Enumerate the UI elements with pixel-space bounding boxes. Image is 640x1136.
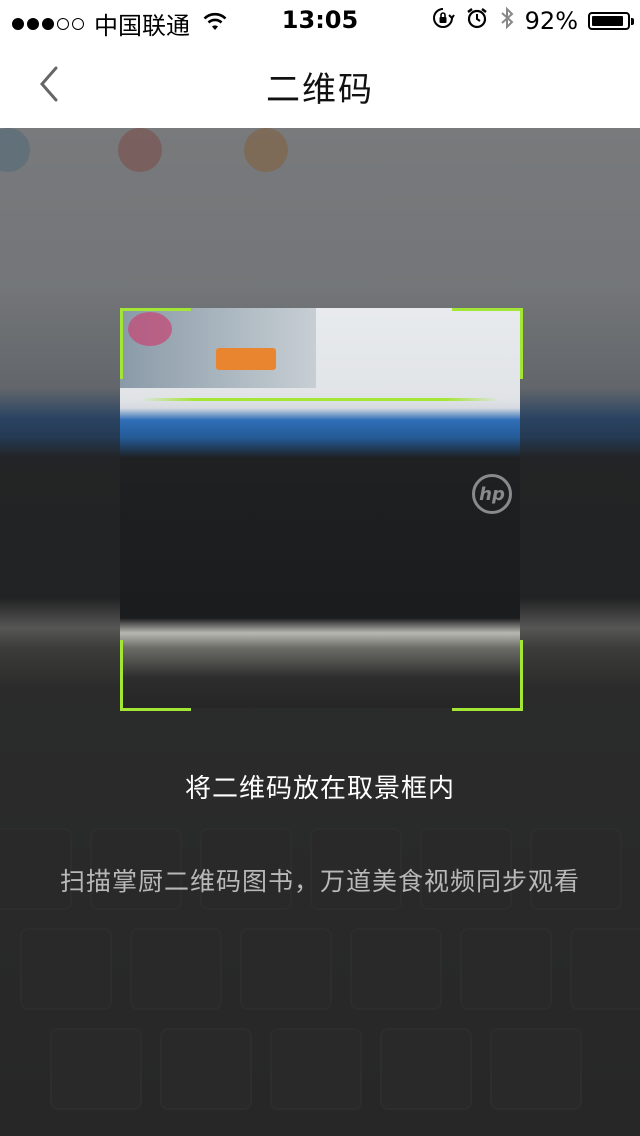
page-title: 二维码 bbox=[266, 70, 374, 110]
scan-description: 扫描掌厨二维码图书，万道美食视频同步观看 bbox=[59, 867, 580, 896]
camera-preview: hp 将二维码放在取景框内 扫描掌厨二维码图书，万道美食视频同步观看 bbox=[0, 128, 640, 1136]
scan-hint: 将二维码放在取景框内 bbox=[184, 774, 455, 804]
nav-bar: 二维码 bbox=[0, 40, 640, 128]
scan-frame-corner-bottom-right bbox=[452, 640, 523, 711]
battery-fill bbox=[592, 16, 623, 26]
hp-logo-icon: hp bbox=[472, 474, 512, 514]
scan-frame-corner-top-right bbox=[452, 308, 523, 379]
status-right: 92% bbox=[431, 6, 634, 36]
scan-frame-corner-top-left bbox=[120, 308, 191, 379]
bluetooth-icon bbox=[499, 6, 515, 36]
status-bar: 中国联通 13:05 92% bbox=[0, 0, 640, 40]
alarm-icon bbox=[465, 6, 489, 36]
scan-frame-corner-bottom-left bbox=[120, 640, 191, 711]
orientation-lock-icon bbox=[431, 6, 455, 36]
scan-line bbox=[140, 398, 500, 401]
battery-icon bbox=[588, 12, 634, 30]
battery-percent: 92% bbox=[524, 7, 578, 35]
